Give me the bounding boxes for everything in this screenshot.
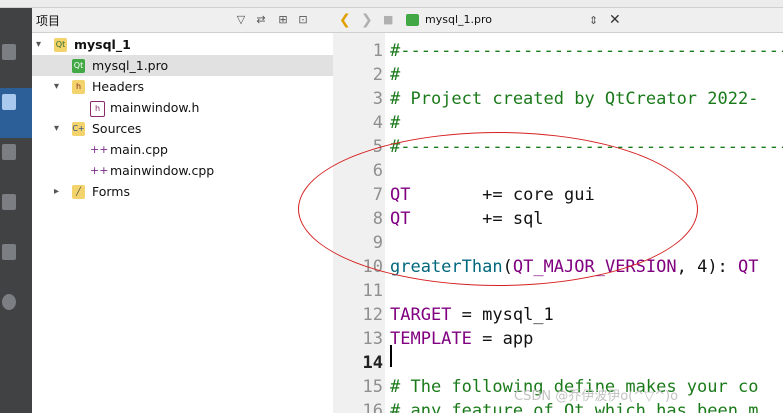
cpp-file-icon: ++: [90, 164, 109, 177]
code-line: QT += core gui: [390, 185, 595, 205]
tree-item-label: mysql_1: [74, 37, 131, 52]
chevron-updown-icon[interactable]: ⇕: [589, 13, 598, 29]
chevron-down-icon[interactable]: ▾: [54, 76, 59, 97]
sources-folder-icon: C+: [72, 122, 85, 136]
tree-item[interactable]: ▾ C+ Sources: [32, 118, 333, 139]
chevron-down-icon[interactable]: ▾: [54, 118, 59, 139]
split-icon[interactable]: ⊞: [276, 13, 290, 27]
design-icon: [2, 144, 16, 160]
line-number: 6: [372, 161, 383, 181]
code-line: #: [390, 65, 401, 85]
welcome-icon: [2, 44, 16, 60]
code-editor[interactable]: 1 2 3 4 5 6 7 8 9 10 11 12 13 14 15 16 #---------------…: [333, 33, 783, 413]
text-cursor: [390, 345, 392, 367]
document-name: mysql_1.pro: [425, 13, 492, 26]
filter-icon[interactable]: ▽: [234, 13, 248, 27]
lock-icon: ■: [383, 13, 394, 26]
line-number: 10: [362, 257, 383, 277]
cpp-file-icon: ++: [90, 143, 109, 156]
pro-file-icon: Qt: [72, 59, 85, 73]
code-line: #---------------------------------------…: [390, 137, 783, 157]
line-number: 4: [372, 113, 383, 133]
code-line: # Project created by QtCreator 2022-: [390, 89, 759, 109]
forms-folder-icon: ╱: [72, 185, 85, 199]
pro-file-icon: [406, 14, 419, 26]
tree-item-label: mysql_1.pro: [92, 58, 169, 73]
line-number: 7: [372, 185, 383, 205]
tree-item-label: mainwindow.h: [110, 100, 200, 115]
back-icon[interactable]: ❮: [339, 12, 351, 28]
line-number: 2: [372, 65, 383, 85]
line-number: 15: [362, 377, 383, 397]
qt-project-icon: Qt: [54, 38, 67, 52]
chevron-down-icon[interactable]: ▾: [36, 34, 41, 55]
tree-item[interactable]: ▾ Qt mysql_1: [32, 34, 333, 55]
tree-item-label: Forms: [92, 184, 131, 199]
mode-projects-button[interactable]: [0, 238, 32, 288]
close-pane-icon[interactable]: ⊡: [296, 13, 310, 27]
document-selector[interactable]: mysql_1.pro: [406, 10, 596, 30]
tree-item[interactable]: Qt mysql_1.pro: [32, 55, 333, 76]
mode-edit-button[interactable]: [0, 88, 32, 138]
tree-item[interactable]: ▾ h Headers: [32, 76, 333, 97]
line-number: 3: [372, 89, 383, 109]
code-line: QT += sql: [390, 209, 544, 229]
project-pane-header: 项目 ▽ ⇄ ⊞ ⊡: [32, 8, 333, 33]
editor-toolbar: ❮ ❯ ■ mysql_1.pro ⇕ ✕: [333, 8, 783, 33]
line-number: 1: [372, 41, 383, 61]
close-document-icon[interactable]: ✕: [609, 12, 621, 28]
edit-icon: [2, 94, 16, 110]
tree-item-label: Headers: [92, 79, 145, 94]
chevron-right-icon[interactable]: ▸: [54, 181, 59, 202]
code-line: TEMPLATE = app: [390, 329, 534, 349]
tree-item-label: mainwindow.cpp: [110, 163, 215, 178]
project-pane: 项目 ▽ ⇄ ⊞ ⊡ ▾ Qt mysql_1 Qt mysql_1.pro ▾ h Head…: [32, 8, 334, 413]
mode-welcome-button[interactable]: [0, 38, 32, 88]
line-number: 14: [362, 353, 383, 373]
headers-folder-icon: h: [72, 80, 85, 94]
forward-icon[interactable]: ❯: [361, 12, 373, 28]
code-line: greaterThan(QT_MAJOR_VERSION, 4): QT: [390, 257, 759, 277]
tree-item-label: Sources: [92, 121, 142, 136]
mode-help-button[interactable]: [0, 288, 32, 338]
link-icon[interactable]: ⇄: [254, 13, 268, 27]
mode-debug-button[interactable]: [0, 188, 32, 238]
mode-design-button[interactable]: [0, 138, 32, 188]
projects-icon: [2, 244, 16, 260]
line-number: 11: [362, 281, 383, 301]
menu-bar: [0, 0, 783, 8]
watermark: CSDN @乔伊波伊o(^▽^)o: [514, 389, 679, 404]
tree-item[interactable]: h mainwindow.h: [32, 97, 333, 118]
code-line: TARGET = mysql_1: [390, 305, 554, 325]
code-line: #---------------------------------------…: [390, 41, 783, 61]
line-number: 8: [372, 209, 383, 229]
line-number: 13: [362, 329, 383, 349]
tree-item[interactable]: ▸ ╱ Forms: [32, 181, 333, 202]
line-number: 16: [362, 401, 383, 413]
help-icon: [2, 294, 16, 310]
code-line: #: [390, 113, 401, 133]
tree-item[interactable]: ++ main.cpp: [32, 139, 333, 160]
line-number: 12: [362, 305, 383, 325]
project-pane-title: 项目: [36, 14, 61, 28]
debug-icon: [2, 194, 16, 210]
header-file-icon: h: [90, 101, 105, 117]
tree-item-label: main.cpp: [110, 142, 168, 157]
mode-bar: [0, 8, 32, 413]
line-number-gutter: 1 2 3 4 5 6 7 8 9 10 11 12 13 14 15 16: [333, 33, 385, 413]
line-number: 9: [372, 233, 383, 253]
line-number: 5: [372, 137, 383, 157]
tree-item[interactable]: ++ mainwindow.cpp: [32, 160, 333, 181]
